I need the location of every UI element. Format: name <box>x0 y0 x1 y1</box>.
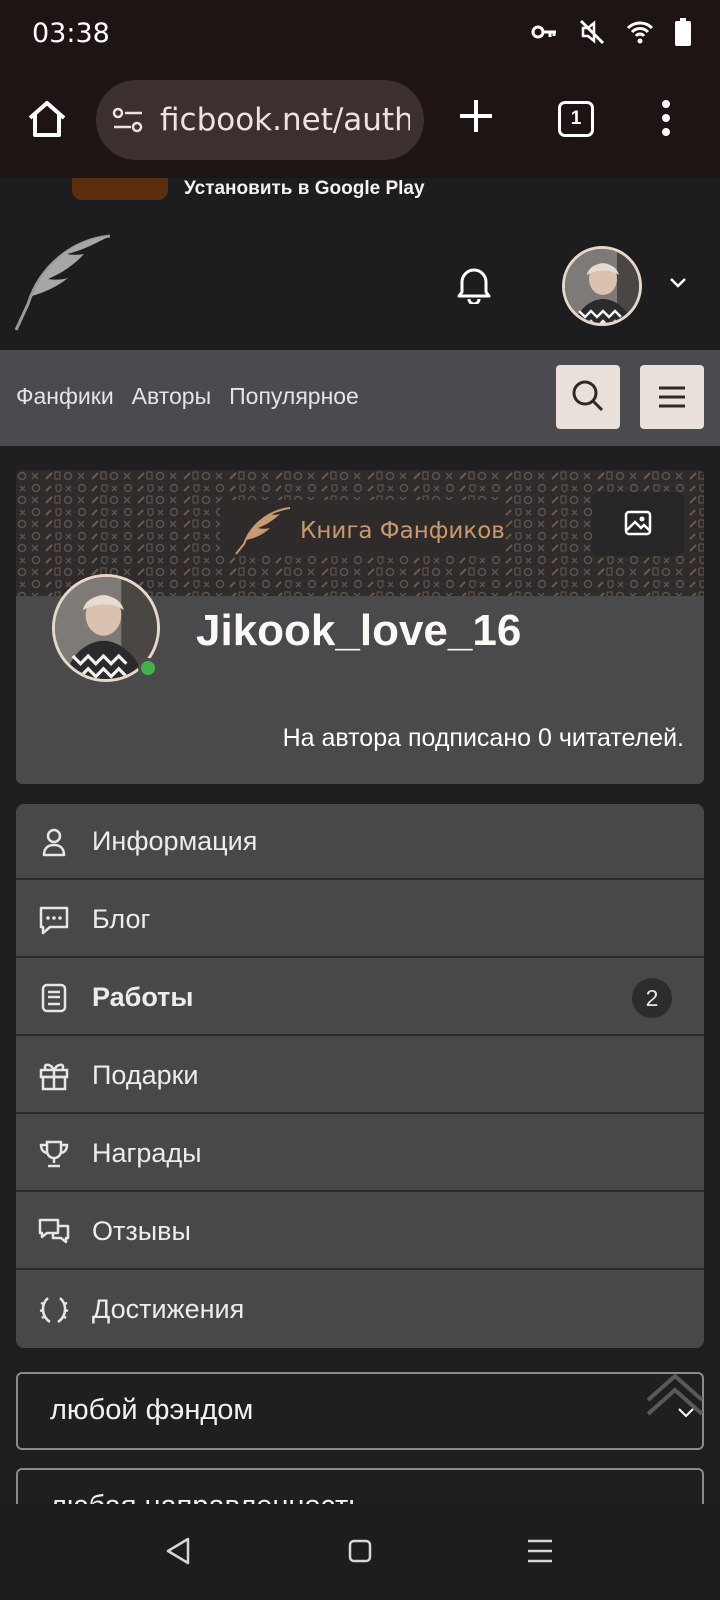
book-icon <box>41 983 67 1013</box>
address-bar[interactable]: ficbook.net/autho <box>96 80 424 160</box>
menu-item-achievements[interactable]: Достижения <box>16 1272 704 1348</box>
menu-item-reviews[interactable]: Отзывы <box>16 1194 704 1270</box>
menu-item-works[interactable]: Работы 2 <box>16 960 704 1036</box>
back-icon[interactable] <box>164 1536 192 1566</box>
install-chip[interactable] <box>72 178 168 200</box>
user-icon <box>42 828 66 857</box>
nav-link-popular[interactable]: Популярное <box>229 383 359 410</box>
profile-menu: Информация Блог Работы 2 Подарки Награды… <box>16 804 704 1348</box>
trophy-icon <box>39 1140 69 1168</box>
home-nav-icon[interactable] <box>346 1536 374 1566</box>
status-icons <box>530 18 692 46</box>
avatar-image <box>565 249 639 323</box>
chevron-down-icon[interactable] <box>668 276 688 290</box>
chat-icon <box>39 906 69 935</box>
fandom-select[interactable]: любой фэндом <box>16 1372 704 1450</box>
cover-logo-text: Книга Фанфиков <box>300 518 505 544</box>
change-cover-button[interactable] <box>592 492 684 556</box>
search-button[interactable] <box>556 365 620 429</box>
key-icon <box>531 25 556 39</box>
browser-toolbar: ficbook.net/autho 1 <box>0 68 720 178</box>
site-header <box>0 204 720 350</box>
menu-item-blog[interactable]: Блог <box>16 882 704 958</box>
menu-item-label: Отзывы <box>92 1216 191 1246</box>
online-indicator <box>138 658 158 678</box>
menu-item-label: Достижения <box>92 1294 245 1324</box>
menu-button[interactable] <box>640 365 704 429</box>
menu-item-gifts[interactable]: Подарки <box>16 1038 704 1114</box>
comments-icon <box>38 1218 70 1244</box>
search-icon <box>572 380 604 412</box>
wifi-icon <box>626 21 654 44</box>
mute-icon <box>579 19 605 45</box>
image-icon <box>624 510 652 536</box>
profile-card: Книга Фанфиков Jikook_love_16 На автора … <box>16 470 704 784</box>
status-time: 03:38 <box>32 18 110 49</box>
bell-icon[interactable] <box>454 264 494 304</box>
more-icon[interactable] <box>660 98 672 138</box>
works-count-badge: 2 <box>632 978 672 1018</box>
install-text[interactable]: Установить в Google Play <box>184 178 425 200</box>
install-banner[interactable]: Установить в Google Play <box>0 178 720 204</box>
menu-item-label: Информация <box>92 826 258 856</box>
scroll-to-top-icon[interactable] <box>640 1366 710 1422</box>
menu-item-label: Награды <box>92 1138 202 1168</box>
nav-links: Фанфики Авторы Популярное <box>16 383 359 410</box>
recents-icon[interactable] <box>526 1536 554 1566</box>
menu-item-awards[interactable]: Награды <box>16 1116 704 1192</box>
username: Jikook_love_16 <box>196 606 522 655</box>
profile-avatar-wrap[interactable] <box>52 574 160 682</box>
menu-item-label: Блог <box>92 904 151 934</box>
subscribers-count: На автора подписано 0 читателей. <box>282 724 684 752</box>
home-icon[interactable] <box>26 98 68 140</box>
menu-item-label: Подарки <box>92 1060 199 1090</box>
fandom-select-value: любой фэндом <box>50 1394 254 1426</box>
tabs-button[interactable]: 1 <box>558 101 594 137</box>
plus-icon[interactable] <box>456 96 496 136</box>
site-settings-icon[interactable] <box>112 106 144 134</box>
battery-icon <box>675 18 691 46</box>
header-avatar[interactable] <box>562 246 642 326</box>
main-nav: Фанфики Авторы Популярное <box>0 350 720 446</box>
url-text[interactable]: ficbook.net/autho <box>160 102 410 138</box>
menu-item-info[interactable]: Информация <box>16 804 704 880</box>
system-navigation-bar <box>0 1504 720 1600</box>
nav-link-authors[interactable]: Авторы <box>132 383 211 410</box>
feather-icon <box>235 507 291 555</box>
nav-link-fanfics[interactable]: Фанфики <box>16 383 114 410</box>
cover-logo: Книга Фанфиков <box>234 506 505 556</box>
menu-item-label: Работы <box>92 982 194 1012</box>
hamburger-icon <box>659 386 685 408</box>
feather-logo-icon[interactable] <box>10 230 114 334</box>
status-bar: 03:38 <box>0 0 720 68</box>
gift-icon <box>39 1063 69 1091</box>
laurel-icon <box>39 1297 69 1324</box>
